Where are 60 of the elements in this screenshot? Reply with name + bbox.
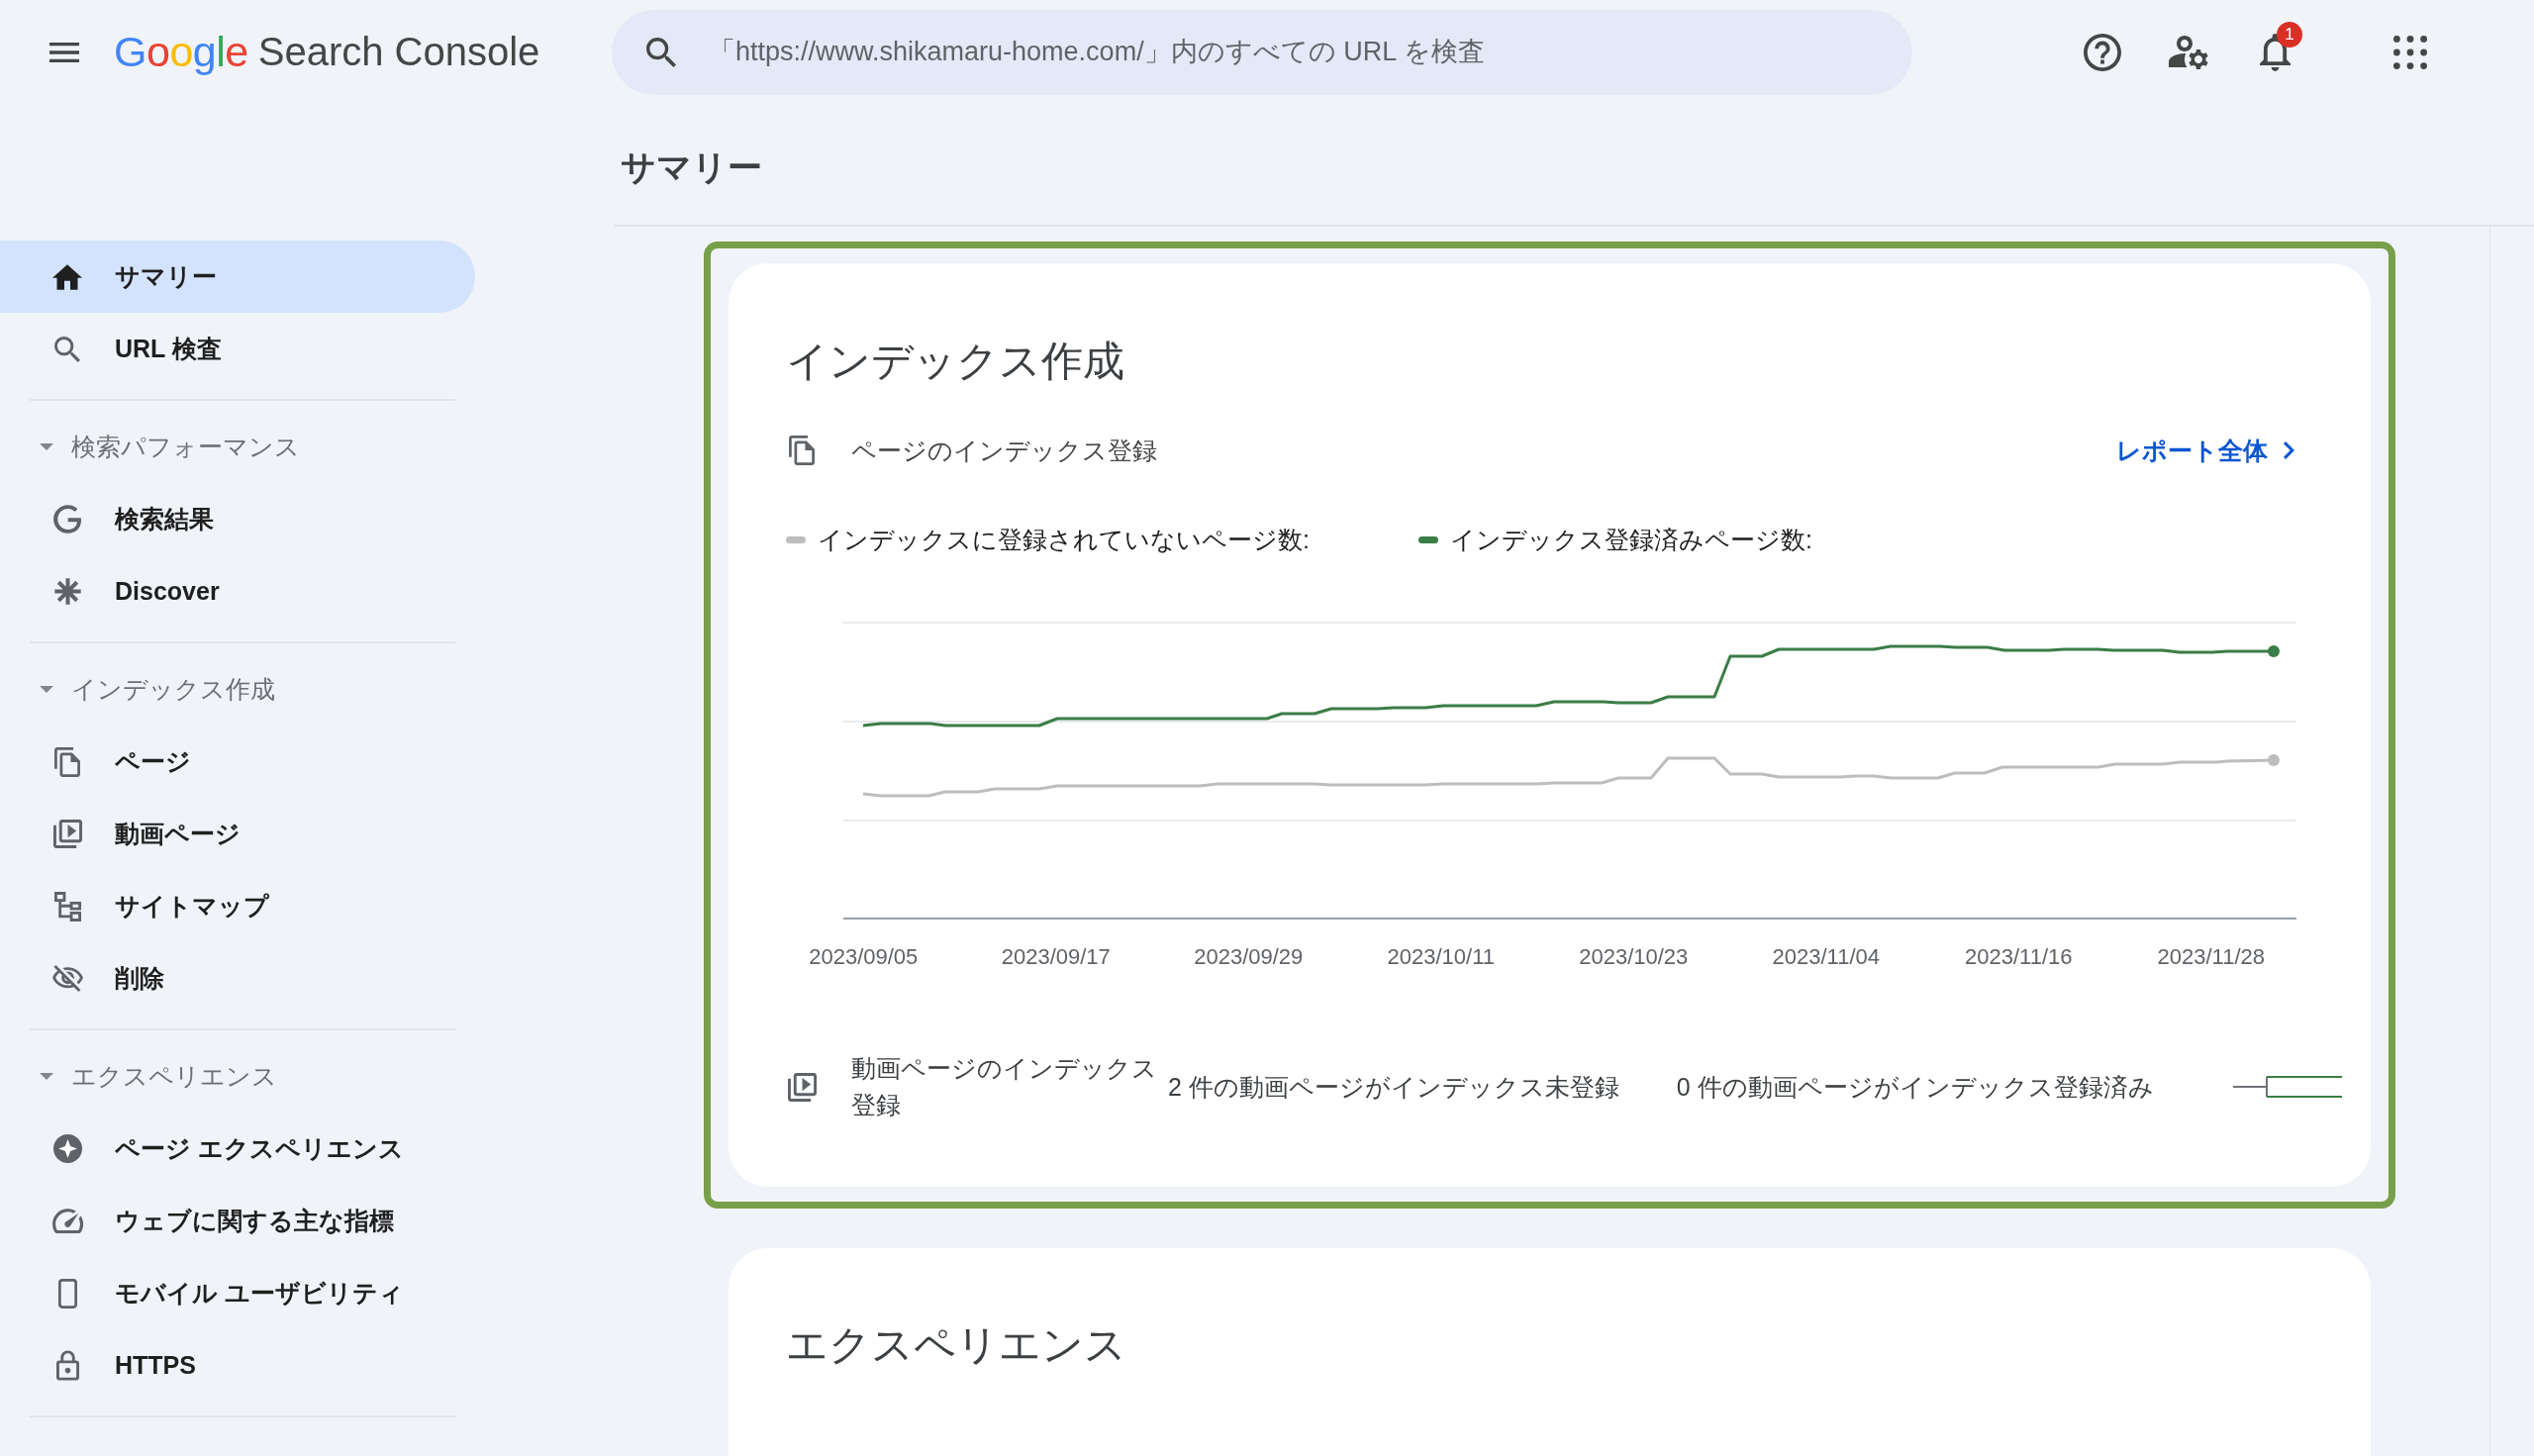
sparkle-circle-icon [52, 1134, 82, 1163]
search-bar[interactable]: 「https://www.shikamaru-home.com/」内のすべての URL を検査 [612, 9, 1912, 95]
full-report-link[interactable]: レポート全体 [2116, 434, 2294, 467]
sidebar-item[interactable]: 検索結果 [0, 483, 475, 555]
sidebar-item[interactable]: Discover [0, 555, 475, 628]
pages-icon [54, 746, 80, 777]
sidebar-item[interactable]: ページ エクスペリエンス [0, 1113, 475, 1185]
sitemap-icon [53, 891, 81, 922]
search-icon[interactable] [646, 37, 676, 67]
smartphone-icon [57, 1278, 77, 1309]
asterisk-icon [52, 577, 82, 606]
page-title: サマリー [621, 146, 762, 188]
user-settings-icon[interactable] [2169, 35, 2208, 69]
sidebar-item[interactable]: ウェブに関する主な指標 [0, 1185, 475, 1257]
x-axis-label: 2023/11/28 [2157, 944, 2265, 970]
chevron-right-icon [2284, 441, 2294, 459]
status-text: 2 件の動画ページがインデックス未登録 [1168, 1071, 1619, 1103]
status-text: 0 件の動画ページがインデックス登録済み [1676, 1071, 2154, 1103]
sidebar-item[interactable]: サマリー [0, 241, 475, 313]
card-title: インデックス作成 [786, 337, 1124, 386]
menu-icon[interactable] [49, 42, 79, 62]
line-end-marker [2268, 645, 2280, 657]
lock-icon [55, 1350, 79, 1381]
search-icon [54, 336, 80, 362]
gauge-icon [51, 1208, 83, 1234]
section-header[interactable]: エクスペリエンス [0, 1040, 475, 1113]
legend-label: インデックス登録済みページ数: [1449, 524, 1812, 555]
x-axis-label: 2023/11/16 [1965, 944, 2073, 970]
sidebar-item[interactable]: HTTPS [0, 1329, 475, 1402]
help-icon[interactable] [2084, 33, 2121, 71]
pages-icon [789, 436, 815, 465]
x-axis-label: 2023/11/04 [1772, 944, 1880, 970]
sidebar-item[interactable]: 削除 [0, 942, 475, 1015]
notification-badge: 1 [2277, 21, 2302, 48]
sidebar-item[interactable]: URL 検査 [0, 313, 475, 385]
report-title: ページのインデックス登録 [851, 435, 1157, 466]
sidebar-item[interactable]: モバイル ユーザビリティ [0, 1257, 475, 1329]
x-axis-label: 2023/09/05 [809, 944, 919, 970]
x-axis-label: 2023/09/17 [1001, 944, 1111, 970]
x-axis-label: 2023/09/29 [1194, 944, 1304, 970]
sidebar-item[interactable]: ページ [0, 726, 475, 798]
report-title: 動画ページのインデックス登録 [851, 1053, 1158, 1120]
x-axis-label: 2023/10/23 [1579, 944, 1689, 970]
apps-grid-icon[interactable] [2393, 35, 2427, 69]
video-library-icon [52, 820, 82, 848]
eye-off-icon [51, 965, 83, 992]
sidebar-item[interactable]: サイトマップ [0, 870, 475, 942]
section-header[interactable]: インデックス作成 [0, 653, 475, 726]
line-end-marker [2268, 754, 2280, 766]
g-icon [53, 505, 81, 534]
video-library-icon [787, 1072, 817, 1102]
legend-label: インデックスに登録されていないページ数: [818, 524, 1310, 555]
product-name: Search Console [257, 30, 540, 74]
search-field[interactable]: 「https://www.shikamaru-home.com/」内のすべての URL を検査 [709, 32, 1873, 72]
home-icon [52, 263, 82, 290]
section-header[interactable]: 検索パフォーマンス [0, 411, 475, 483]
card-title: エクスペリエンス [786, 1320, 1126, 1370]
x-axis-label: 2023/10/11 [1387, 944, 1495, 970]
logo-wordmark[interactable]: Google [114, 28, 248, 76]
sidebar-item[interactable]: 動画ページ [0, 798, 475, 870]
